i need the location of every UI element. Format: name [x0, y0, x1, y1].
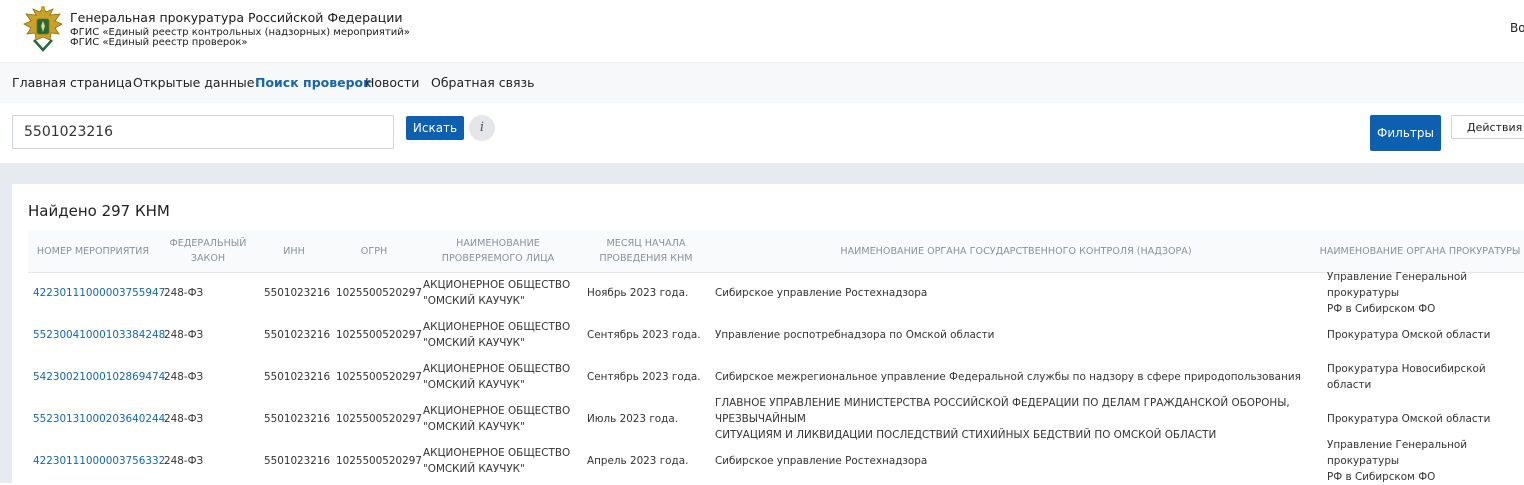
column-header-law[interactable]: ФЕДЕРАЛЬНЫЙ ЗАКОН — [158, 230, 258, 272]
col-control-body: Сибирское межрегиональное управление Фед… — [715, 371, 1301, 383]
col-law: 248-ФЗ — [164, 329, 204, 341]
col-number[interactable]: 54230021000102869474 — [33, 356, 165, 398]
nav-item-open-data[interactable]: Открытые данные — [133, 75, 255, 90]
col-entity-name: АКЦИОНЕРНОЕ ОБЩЕСТВО "ОМСКИЙ КАУЧУК" — [423, 405, 571, 433]
col-prosecutor: Прокуратура Омской области — [1327, 413, 1491, 425]
col-entity-name: АКЦИОНЕРНОЕ ОБЩЕСТВО "ОМСКИЙ КАУЧУК" — [423, 363, 571, 391]
col-month: Ноябрь 2023 года. — [587, 287, 689, 299]
table-header: НОМЕР МЕРОПРИЯТИЯ ФЕДЕРАЛЬНЫЙ ЗАКОН ИНН ОГРН… — [28, 230, 1524, 273]
site-header: Генеральная прокуратура Российской Федер… — [0, 0, 1524, 62]
col-prosecutor: Управление Генеральной прокуратуры РФ в С… — [1327, 439, 1468, 483]
search-bar: Искать i Фильтры Действия — [0, 103, 1524, 163]
col-number[interactable]: 42230111000003756332 — [33, 440, 165, 482]
col-prosecutor: Управление Генеральной прокуратуры РФ в С… — [1327, 271, 1468, 315]
col-number[interactable]: 42230111000003755947 — [33, 272, 165, 314]
table-row[interactable]: 55230131000203640244 248-ФЗ 5501023216 1025… — [28, 397, 1524, 441]
nav-item-home[interactable]: Главная страница — [12, 75, 132, 90]
col-prosecutor: Прокуратура Омской области — [1327, 329, 1491, 341]
col-month: Сентябрь 2023 года. — [587, 371, 701, 383]
table-row[interactable]: 42230111000003755947 248-ФЗ 5501023216 1025… — [28, 271, 1524, 315]
col-law: 248-ФЗ — [164, 371, 204, 383]
column-header-entity-name[interactable]: НАИМЕНОВАНИЕ ПРОВЕРЯЕМОГО ЛИЦА — [418, 230, 578, 272]
table-row[interactable]: 55230041000103384248 248-ФЗ 5501023216 1025… — [28, 314, 1524, 356]
col-entity-name: АКЦИОНЕРНОЕ ОБЩЕСТВО "ОМСКИЙ КАУЧУК" — [423, 447, 571, 475]
col-law: 248-ФЗ — [164, 413, 204, 425]
col-ogrn: 1025500520297 — [336, 455, 422, 467]
col-control-body: Сибирское управление Ростехнадзора — [715, 455, 928, 467]
col-inn: 5501023216 — [264, 329, 331, 341]
column-header-control-body[interactable]: НАИМЕНОВАНИЕ ОРГАНА ГОСУДАРСТВЕННОГО КОН… — [710, 230, 1322, 272]
col-ogrn: 1025500520297 — [336, 371, 422, 383]
col-control-body: Сибирское управление Ростехнадзора — [715, 287, 928, 299]
actions-label: Действия — [1467, 121, 1523, 134]
col-control-body: Управление роспотребнадзора по Омской об… — [715, 329, 995, 341]
col-ogrn: 1025500520297 — [336, 413, 422, 425]
col-law: 248-ФЗ — [164, 287, 204, 299]
nav-item-search-checks[interactable]: Поиск проверок — [255, 75, 372, 90]
results-panel: Найдено 297 КНМ НОМЕР МЕРОПРИЯТИЯ ФЕДЕРАЛ… — [12, 184, 1524, 484]
org-title: Генеральная прокуратура Российской Федер… — [70, 10, 403, 25]
col-law: 248-ФЗ — [164, 455, 204, 467]
col-month: Июль 2023 года. — [587, 413, 679, 425]
column-header-inn[interactable]: ИНН — [258, 230, 330, 272]
search-input[interactable] — [12, 115, 394, 149]
col-inn: 5501023216 — [264, 287, 331, 299]
col-inn: 5501023216 — [264, 371, 331, 383]
results-count: Найдено 297 КНМ — [28, 202, 170, 220]
col-entity-name: АКЦИОНЕРНОЕ ОБЩЕСТВО "ОМСКИЙ КАУЧУК" — [423, 321, 571, 349]
nav-item-feedback[interactable]: Обратная связь — [431, 75, 535, 90]
nav-item-news[interactable]: Новости — [365, 75, 419, 90]
info-icon[interactable]: i — [469, 115, 495, 141]
login-link[interactable]: Во — [1510, 21, 1524, 35]
col-month: Сентябрь 2023 года. — [587, 329, 701, 341]
col-ogrn: 1025500520297 — [336, 287, 422, 299]
filters-button[interactable]: Фильтры — [1370, 115, 1441, 151]
col-inn: 5501023216 — [264, 413, 331, 425]
actions-dropdown[interactable]: Действия — [1451, 115, 1524, 139]
col-number[interactable]: 55230131000203640244 — [33, 398, 165, 440]
column-header-number[interactable]: НОМЕР МЕРОПРИЯТИЯ — [28, 230, 158, 272]
col-month: Апрель 2023 года. — [587, 455, 689, 467]
col-number[interactable]: 55230041000103384248 — [33, 314, 165, 356]
eagle-emblem-icon — [23, 6, 63, 52]
col-ogrn: 1025500520297 — [336, 329, 422, 341]
column-header-prosecutor[interactable]: НАИМЕНОВАНИЕ ОРГАНА ПРОКУРАТУРЫ — [1317, 230, 1523, 272]
col-entity-name: АКЦИОНЕРНОЕ ОБЩЕСТВО "ОМСКИЙ КАУЧУК" — [423, 279, 571, 307]
search-button[interactable]: Искать — [406, 116, 464, 140]
main-nav: Главная страница Открытые данные Поиск п… — [0, 62, 1524, 104]
column-header-month[interactable]: МЕСЯЦ НАЧАЛА ПРОВЕДЕНИЯ КНМ — [580, 230, 712, 272]
table-row[interactable]: 42230111000003756332 248-ФЗ 5501023216 1025… — [28, 439, 1524, 483]
col-inn: 5501023216 — [264, 455, 331, 467]
col-prosecutor: Прокуратура Новосибирской области — [1327, 363, 1486, 391]
table-row[interactable]: 54230021000102869474 248-ФЗ 5501023216 1025… — [28, 356, 1524, 398]
column-header-ogrn[interactable]: ОГРН — [330, 230, 418, 272]
col-control-body: ГЛАВНОЕ УПРАВЛЕНИЕ МИНИСТЕРСТВА РОССИЙСК… — [715, 397, 1290, 441]
registry-subtitle-checks: ФГИС «Единый реестр проверок» — [70, 37, 248, 48]
